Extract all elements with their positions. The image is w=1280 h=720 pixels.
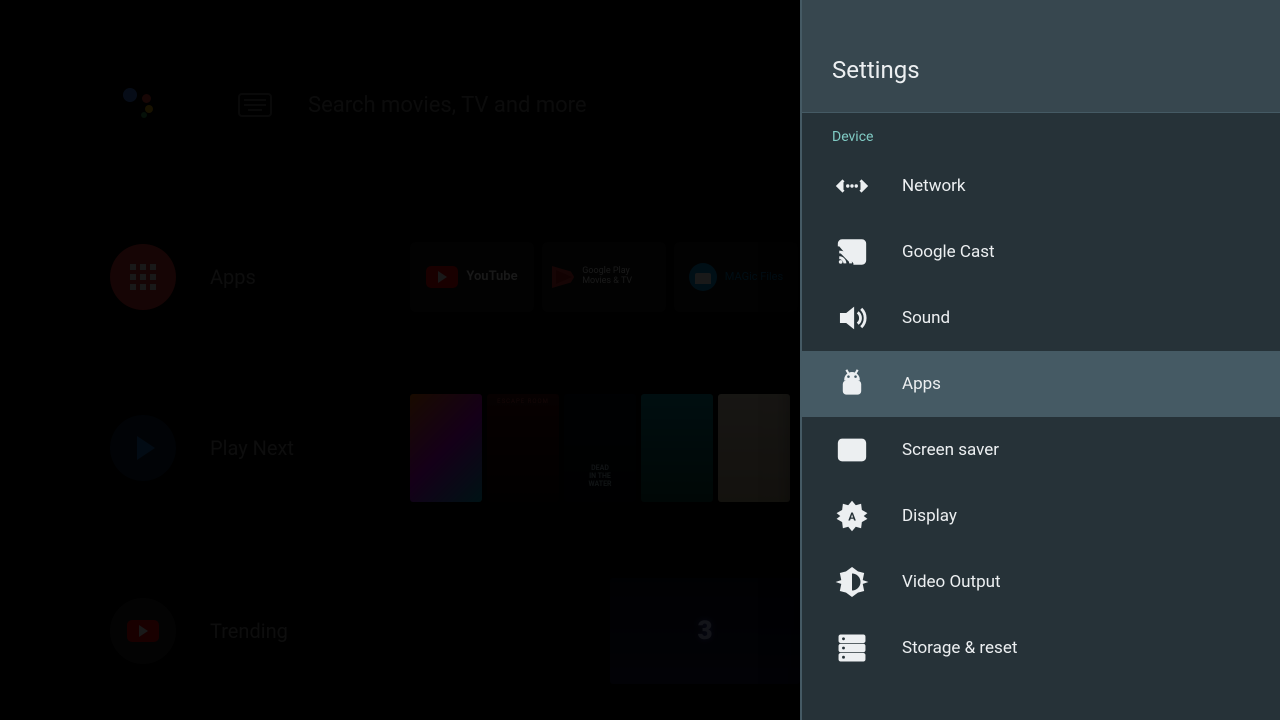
settings-panel: Settings Device Network Google Cast Soun… — [800, 0, 1280, 720]
display-icon: A — [832, 496, 872, 536]
screen: Search movies, TV and more Apps YouTube … — [0, 0, 1280, 720]
settings-item-storage-reset[interactable]: Storage & reset — [800, 615, 1280, 681]
settings-header: Settings — [800, 0, 1280, 113]
settings-item-label: Network — [902, 176, 966, 196]
settings-item-google-cast[interactable]: Google Cast — [800, 219, 1280, 285]
settings-item-label: Apps — [902, 374, 941, 394]
brightness-icon — [832, 562, 872, 602]
settings-item-label: Display — [902, 506, 957, 526]
settings-section-label: Device — [800, 113, 1280, 153]
cast-icon — [832, 232, 872, 272]
settings-item-apps[interactable]: Apps — [800, 351, 1280, 417]
svg-text:A: A — [848, 509, 856, 523]
network-icon — [832, 166, 872, 206]
android-icon — [832, 364, 872, 404]
settings-item-screen-saver[interactable]: Screen saver — [800, 417, 1280, 483]
settings-item-label: Google Cast — [902, 242, 995, 262]
settings-item-video-output[interactable]: Video Output — [800, 549, 1280, 615]
sound-icon — [832, 298, 872, 338]
settings-item-sound[interactable]: Sound — [800, 285, 1280, 351]
settings-item-label: Sound — [902, 308, 950, 328]
settings-item-label: Screen saver — [902, 440, 999, 460]
settings-item-label: Video Output — [902, 572, 1001, 592]
settings-item-network[interactable]: Network — [800, 153, 1280, 219]
settings-item-label: Storage & reset — [902, 638, 1017, 658]
settings-menu: Network Google Cast Sound Apps — [800, 153, 1280, 720]
storage-icon — [832, 628, 872, 668]
screensaver-icon — [832, 430, 872, 470]
settings-item-display[interactable]: A Display — [800, 483, 1280, 549]
